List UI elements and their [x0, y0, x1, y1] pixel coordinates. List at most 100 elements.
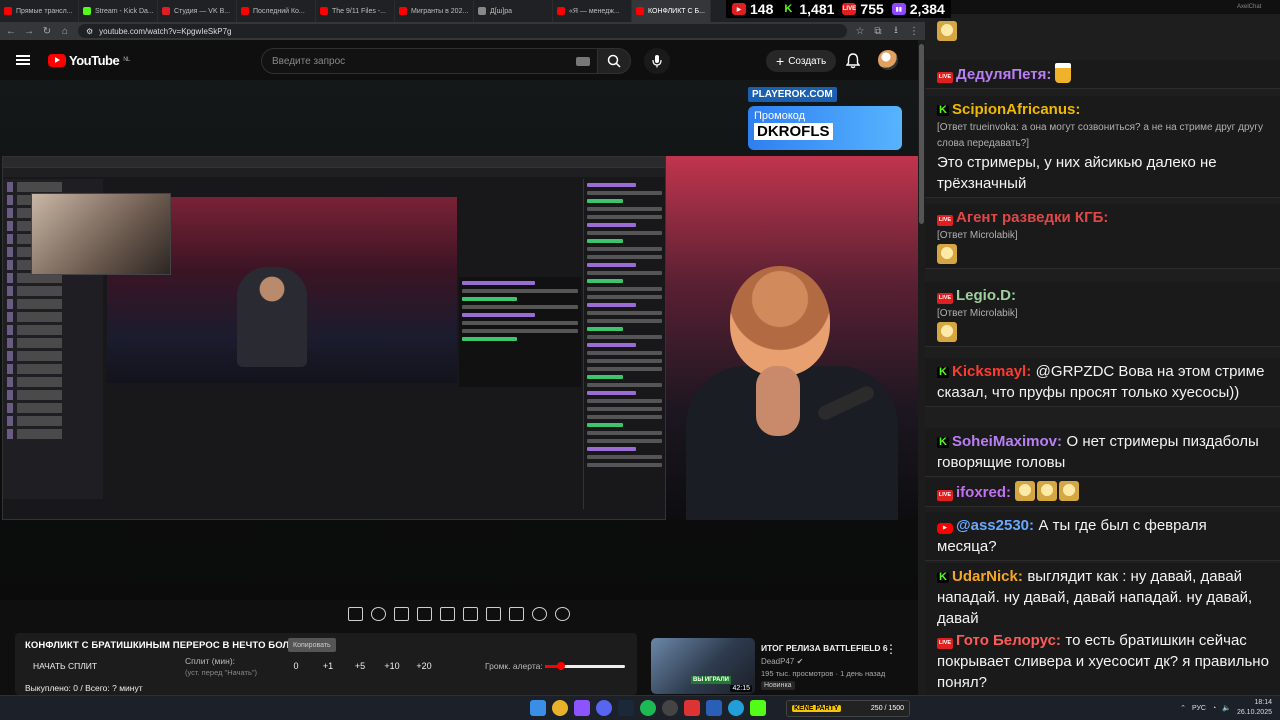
wifi-icon[interactable]: ◔ — [1212, 705, 1216, 712]
app-icon[interactable] — [684, 700, 700, 716]
address-bar[interactable]: ⚙ youtube.com/watch?v=KpgwIeSkP7g — [78, 24, 847, 38]
menu-icon[interactable] — [16, 55, 30, 65]
scrollbar-thumb[interactable] — [919, 44, 924, 224]
split-plus-10-button[interactable]: +10 — [376, 661, 408, 671]
bookmark-star-icon[interactable]: ☆ — [855, 26, 865, 37]
discord-icon[interactable] — [596, 700, 612, 716]
settings-gear-icon[interactable] — [555, 607, 570, 621]
site-info-icon[interactable]: ⚙ — [86, 27, 93, 36]
recommended-video[interactable]: ВЫ ИГРАЛИ 42:15 ИТОГ РЕЛИЗА BATTLEFIELD … — [651, 638, 921, 696]
create-button[interactable]: + Создать — [766, 50, 837, 72]
audio-icon[interactable] — [371, 607, 386, 621]
viewer-stats-overlay: ▶ 148 K 1,481 LIVE 755 ▮▮ 2,384 — [726, 0, 951, 18]
emote-row-top — [937, 18, 957, 42]
split-plus-5-button[interactable]: +5 — [344, 661, 376, 671]
browser-tab[interactable]: Прямые трансл... — [0, 0, 79, 22]
tab-favicon-icon — [4, 7, 12, 15]
browser-tab[interactable]: Stream - Kick Da... — [79, 0, 158, 22]
chat-nickname[interactable]: UdarNick: — [952, 568, 1023, 585]
back-icon[interactable]: ← — [6, 26, 16, 37]
telegram-icon[interactable] — [728, 700, 744, 716]
browser-tab[interactable]: «Я — менедж... — [553, 0, 632, 22]
clip-icon[interactable] — [417, 607, 432, 621]
keyboard-icon[interactable] — [576, 56, 590, 66]
search-input[interactable]: Введите запрос — [261, 48, 601, 74]
volume-icon[interactable]: 🔈 — [1222, 704, 1231, 712]
spotify-icon[interactable] — [640, 700, 656, 716]
menu-dots-icon[interactable]: ⋮ — [909, 26, 919, 37]
chat-nickname[interactable]: @ass2530: — [956, 517, 1034, 534]
slider-knob[interactable] — [557, 662, 565, 670]
split-plus-20-button[interactable]: +20 — [408, 661, 440, 671]
home-icon[interactable]: ⌂ — [60, 26, 70, 37]
chat-app-title: AxelChat — [925, 0, 1280, 14]
tab-favicon-icon — [399, 7, 407, 15]
app-icon[interactable] — [574, 700, 590, 716]
tab-favicon-icon — [241, 7, 249, 15]
split-plus-1-button[interactable]: +1 — [312, 661, 344, 671]
chat-nickname[interactable]: ifoxred: — [956, 484, 1011, 501]
chat-nickname[interactable]: ScipionAfricanus: — [952, 101, 1080, 118]
recommended-channel[interactable]: DeadP47 ✔ — [761, 657, 803, 666]
notifications-bell-icon[interactable] — [845, 52, 861, 70]
more-options-icon[interactable]: ⋮ — [885, 642, 897, 656]
chat-nickname[interactable]: Агент разведки КГБ: — [956, 209, 1108, 226]
twitch-icon: ▮▮ — [891, 3, 906, 15]
copy-button[interactable]: Копировать — [288, 638, 336, 652]
chat-nickname[interactable]: SoheiMaximov: — [952, 433, 1062, 450]
browser-tab[interactable]: Д[ш]ра — [474, 0, 553, 22]
theater-icon[interactable] — [463, 607, 478, 621]
search-button[interactable] — [597, 48, 631, 74]
pip-icon[interactable] — [440, 607, 455, 621]
dog-emote-icon — [1037, 481, 1058, 501]
speed-icon[interactable] — [486, 607, 501, 621]
thumbnail-label: ВЫ ИГРАЛИ — [691, 676, 731, 684]
stat-value: 2,384 — [909, 1, 945, 17]
extensions-icon[interactable]: ⧉ — [873, 26, 883, 37]
live-icon: ▶ — [732, 3, 746, 15]
video-player[interactable]: PLAYEROK.COM Промокод DKROFLS — [0, 80, 918, 600]
tab-label: Мигранты в 202... — [411, 7, 469, 15]
download-icon[interactable]: ⭳ — [891, 23, 901, 40]
video-thumbnail[interactable]: ВЫ ИГРАЛИ 42:15 — [651, 638, 755, 694]
windows-start-icon[interactable] — [530, 700, 546, 716]
chat-nickname[interactable]: Legio.D: — [956, 287, 1016, 304]
recommended-title[interactable]: ИТОГ РЕЛИЗА BATTLEFIELD 6 — [761, 643, 888, 653]
account-avatar[interactable] — [878, 50, 898, 70]
browser-tab[interactable]: Мигранты в 202... — [395, 0, 474, 22]
loop-icon[interactable] — [348, 607, 363, 621]
chevron-up-icon[interactable]: ⌃ — [1180, 704, 1186, 712]
region-code: NL — [123, 57, 130, 63]
cast-icon[interactable] — [394, 607, 409, 621]
browser-toolbar: ← → ↻ ⌂ ⚙ youtube.com/watch?v=KpgwIeSkP7… — [0, 22, 925, 40]
chat-nickname[interactable]: Kicksmayl: — [952, 363, 1031, 380]
browser-tab[interactable]: The 9/11 Files -... — [316, 0, 395, 22]
obs-icon[interactable] — [662, 700, 678, 716]
add-icon[interactable] — [509, 607, 524, 621]
page-scrollbar[interactable] — [918, 40, 925, 695]
browser-tab[interactable]: Студия — VK В... — [158, 0, 237, 22]
tab-label: Прямые трансл... — [16, 7, 73, 15]
emote-icon — [937, 21, 957, 41]
main-webcam — [666, 156, 918, 520]
chrome-icon[interactable] — [552, 700, 568, 716]
clock[interactable]: 18:14 26.10.2025 — [1237, 698, 1272, 718]
browser-tab[interactable]: Последний Ко... — [237, 0, 316, 22]
split-value[interactable]: 0 — [280, 661, 312, 671]
forward-icon[interactable]: → — [24, 26, 34, 37]
reload-icon[interactable]: ↻ — [42, 26, 52, 37]
screenshot-icon[interactable] — [532, 607, 547, 621]
alert-volume-slider[interactable] — [545, 662, 625, 670]
start-split-button[interactable]: НАЧАТЬ СПЛИТ — [33, 661, 97, 671]
voice-search-button[interactable] — [644, 48, 670, 74]
language-indicator[interactable]: РУС — [1192, 705, 1206, 712]
app-icon[interactable] — [706, 700, 722, 716]
captured-browser-bar — [3, 167, 665, 177]
chat-nickname[interactable]: Гото Белорус: — [956, 632, 1061, 649]
app-icon[interactable] — [750, 700, 766, 716]
youtube-play-icon — [48, 53, 66, 67]
youtube-logo[interactable]: YouTube NL — [48, 53, 130, 68]
steam-icon[interactable] — [618, 700, 634, 716]
chat-nickname[interactable]: ДедуляПетя: — [956, 66, 1051, 83]
browser-tab[interactable]: КОНФЛИКТ С Б... — [632, 0, 711, 22]
